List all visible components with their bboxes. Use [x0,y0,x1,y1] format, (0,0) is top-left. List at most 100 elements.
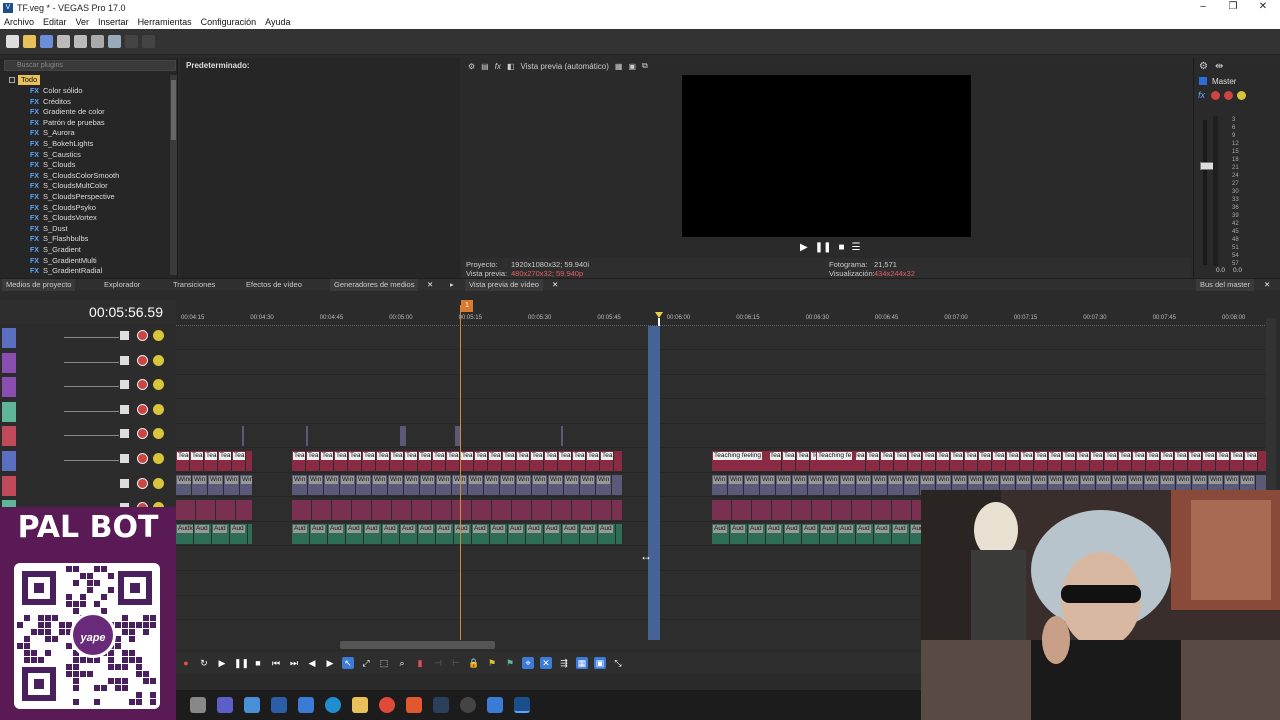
clip-event[interactable]: Win [436,475,451,496]
track-automation-icon[interactable] [153,330,164,341]
timeline-horizontal-scrollbar[interactable] [176,640,921,650]
tab-close-preview-icon[interactable]: ✕ [552,279,558,291]
track-color-strip[interactable] [2,401,16,422]
play-icon[interactable]: ▶ [800,242,808,253]
clip-event[interactable] [372,499,391,520]
clip-event[interactable]: Tea [600,450,613,471]
clip-event[interactable]: Aud [194,524,211,545]
clip-event[interactable] [852,499,871,520]
auto-crossfade-icon[interactable]: ✕ [540,657,552,669]
teams-icon[interactable] [217,697,233,713]
clip-event[interactable]: Win [712,475,727,496]
clip-event[interactable]: Aud [748,524,765,545]
clip-event[interactable]: Tea [204,450,217,471]
loop-playback-icon[interactable]: ↻ [198,657,210,669]
clip-event[interactable]: Win [776,475,791,496]
minimize-icon[interactable]: – [1188,0,1218,15]
clip-event[interactable]: Tea [558,450,571,471]
plugin-item[interactable]: FX S_Aurora [30,128,75,139]
clip-event[interactable]: Tea [1174,450,1187,471]
master-solo-icon[interactable] [1224,91,1233,100]
track-header[interactable] [0,326,176,350]
track-color-strip[interactable] [2,475,16,496]
tab-bus-del-master[interactable]: Bus del master [1196,279,1255,291]
track-solo-icon[interactable] [137,354,148,366]
clip-event[interactable]: Tea [1160,450,1173,471]
clip-event[interactable]: Tea [190,450,203,471]
plugin-item[interactable]: FX S_BokehLights [30,139,93,150]
tab-medios-de-proyecto[interactable]: Medios de proyecto [2,279,76,291]
clip-event[interactable]: Aud [328,524,345,545]
clip-event[interactable] [1258,450,1266,471]
clip-event[interactable] [452,499,471,520]
tab-scroll-right-icon[interactable]: ▸ [450,279,454,291]
clip-event[interactable]: Aud [802,524,819,545]
steam-icon[interactable] [433,697,449,713]
clip-event[interactable]: Aud [544,524,561,545]
auto-ripple-icon[interactable]: ⇶ [558,657,570,669]
clip-event[interactable]: Win [728,475,743,496]
track-opacity-fader[interactable] [64,460,119,461]
clip-event[interactable]: Aud [418,524,435,545]
plugin-item[interactable]: FX S_Clouds [30,160,75,171]
clip-event[interactable] [312,499,331,520]
clip-event[interactable]: Win [596,475,611,496]
clip-event[interactable]: Win [292,475,307,496]
track-mute-icon[interactable] [120,355,129,365]
track-color-strip[interactable] [2,352,16,373]
clip-event[interactable]: Tea [1062,450,1075,471]
track-solo-icon[interactable] [137,403,148,415]
track-header[interactable] [0,351,176,375]
preview-mode-dropdown[interactable]: Vista previa (automático) [521,62,609,71]
clip-event[interactable] [236,499,252,520]
clip-event[interactable] [612,499,622,520]
clip-event[interactable]: Tea [880,450,893,471]
clip-event[interactable] [412,499,431,520]
track-header[interactable] [0,400,176,424]
snapping-icon[interactable]: ⌖ [522,657,534,669]
plugin-item[interactable]: FX S_CloudsPsyko [30,203,96,214]
preview-properties-icon[interactable]: ▤ [481,62,489,71]
clip-event[interactable]: Win [500,475,515,496]
next-frame-icon[interactable]: ▶ [324,657,336,669]
playhead-line[interactable] [460,305,461,642]
plugin-item[interactable]: FX S_Dust [30,224,68,235]
clip-event[interactable]: Win [824,475,839,496]
clip-event[interactable]: Tea [292,450,305,471]
selection-tool-icon[interactable]: ⬚ [378,657,390,669]
play-from-start-icon[interactable]: ▶ [216,657,228,669]
clip-event[interactable]: Tea [1216,450,1229,471]
clip-event[interactable]: Tea [404,450,417,471]
clip-event[interactable]: Tea [432,450,445,471]
clip-event[interactable]: Win [420,475,435,496]
clip-event[interactable]: Tea [376,450,389,471]
clip-event[interactable] [432,499,451,520]
track-solo-icon[interactable] [137,428,148,440]
clip-event[interactable]: Tea [530,450,543,471]
clip-event[interactable]: Win [872,475,887,496]
clip-event[interactable]: Aud [454,524,471,545]
plugin-item[interactable]: FX S_GradientRadial [30,266,102,277]
clip-event[interactable]: Win [808,475,823,496]
track-row[interactable] [176,351,1266,375]
clip-event[interactable]: Win [308,475,323,496]
track-header[interactable] [0,424,176,448]
clip-event[interactable]: Tea [418,450,431,471]
track-solo-icon[interactable] [137,477,148,489]
trim-icon[interactable]: ⊣ [432,657,444,669]
clip-event[interactable]: Tea [950,450,963,471]
clip-event[interactable]: Aud [472,524,489,545]
clip-event[interactable] [392,499,411,520]
tree-root-todo[interactable]: Todo [18,75,41,85]
envelope-tool-icon[interactable]: ⤢ [360,657,372,669]
clip-event[interactable]: Aud [562,524,579,545]
clip-event[interactable]: Tea [782,450,795,471]
clip-event[interactable] [614,450,622,471]
track-automation-icon[interactable] [153,354,164,366]
task-view-icon[interactable] [190,697,206,713]
timeline-scroll-thumb[interactable] [340,641,495,649]
track-mute-icon[interactable] [120,429,129,439]
prev-frame-icon[interactable]: ◀ [306,657,318,669]
plugin-item[interactable]: FX Color sólido [30,86,83,97]
track-opacity-fader[interactable] [64,337,119,338]
